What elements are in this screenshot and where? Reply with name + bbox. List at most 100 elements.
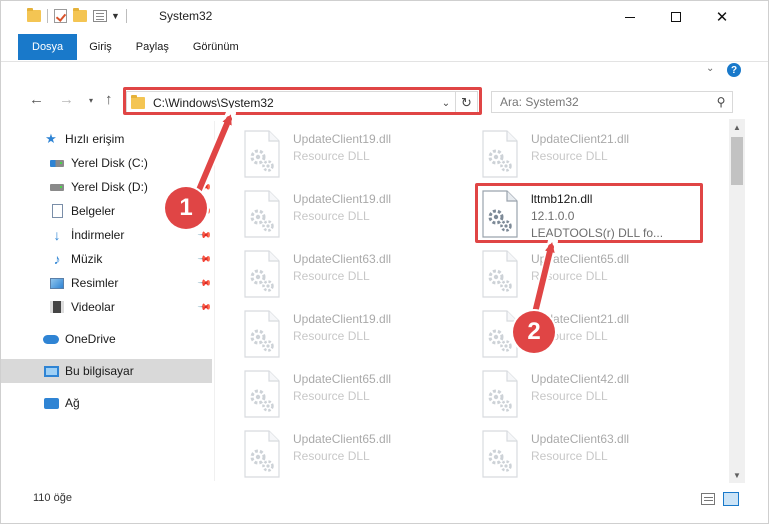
file-description: Resource DLL — [531, 449, 608, 463]
dll-file-icon — [239, 249, 285, 299]
tab-view[interactable]: Görünüm — [181, 34, 251, 60]
tab-home[interactable]: Giriş — [77, 34, 124, 60]
sidebar-item-label: OneDrive — [65, 332, 116, 346]
drive-icon — [49, 179, 65, 195]
pin-icon[interactable]: 📌 — [197, 275, 212, 291]
close-button[interactable]: ✕ — [699, 1, 745, 33]
tab-share[interactable]: Paylaş — [124, 34, 181, 60]
sidebar-item-pictures[interactable]: Resimler 📌 — [1, 271, 212, 295]
sidebar-item-label: Bu bilgisayar — [65, 364, 134, 378]
file-name: UpdateClient19.dll — [293, 192, 392, 206]
file-tile[interactable]: UpdateClient65.dll Resource DLL — [239, 425, 469, 481]
customize-toolbar-dropdown[interactable]: ▼ — [111, 11, 120, 21]
file-list: UpdateClient19.dll Resource DLL UpdateCli… — [215, 121, 729, 481]
file-name: UpdateClient19.dll — [293, 312, 392, 326]
scroll-down-icon[interactable]: ▼ — [729, 467, 745, 483]
forward-arrow-icon[interactable]: → — [59, 91, 74, 108]
file-tile[interactable]: UpdateClient63.dll Resource DLL — [239, 245, 469, 301]
sidebar-item-videos[interactable]: Videolar 📌 — [1, 295, 212, 319]
pin-icon[interactable]: 📌 — [197, 227, 212, 243]
properties-icon[interactable] — [93, 10, 107, 22]
sidebar-item-network[interactable]: Ağ — [1, 391, 212, 415]
dll-file-icon — [239, 429, 285, 479]
refresh-icon[interactable]: ↻ — [455, 92, 477, 114]
file-name: UpdateClient63.dll — [531, 432, 630, 446]
file-description: Resource DLL — [531, 149, 608, 163]
sidebar-item-local-disk-c[interactable]: Yerel Disk (C:) — [1, 151, 212, 175]
sidebar-item-onedrive[interactable]: OneDrive — [1, 327, 212, 351]
sidebar-item-music[interactable]: ♪ Müzik 📌 — [1, 247, 213, 271]
help-icon[interactable]: ? — [727, 63, 741, 77]
sidebar-item-label: Hızlı erişim — [65, 132, 125, 146]
file-description: Resource DLL — [293, 149, 370, 163]
file-tile[interactable]: UpdateClient65.dll Resource DLL — [239, 365, 469, 421]
maximize-button[interactable] — [653, 1, 699, 33]
file-description: Resource DLL — [293, 389, 370, 403]
tab-file[interactable]: Dosya — [18, 34, 78, 60]
cloud-icon — [43, 331, 59, 347]
file-tile[interactable]: UpdateClient42.dll Resource DLL — [477, 365, 707, 421]
file-description: Resource DLL — [531, 389, 608, 403]
file-tile[interactable]: UpdateClient65.dll Resource DLL — [477, 245, 707, 301]
minimize-icon — [625, 16, 635, 18]
scroll-up-icon[interactable]: ▲ — [729, 119, 745, 135]
details-view-icon[interactable] — [701, 493, 715, 505]
navigation-pane: ★ Hızlı erişim Yerel Disk (C:) Yerel Dis… — [1, 123, 212, 481]
sidebar-item-label: Yerel Disk (D:) — [71, 180, 148, 194]
back-arrow-icon[interactable]: ← — [29, 91, 44, 108]
new-folder-icon[interactable] — [73, 8, 87, 22]
dll-file-icon — [477, 249, 523, 299]
pin-icon[interactable]: 📌 — [197, 299, 212, 315]
file-name: UpdateClient65.dll — [293, 372, 392, 386]
file-name: UpdateClient19.dll — [293, 132, 392, 146]
sidebar-item-label: İndirmeler — [71, 228, 125, 242]
file-tile[interactable]: UpdateClient19.dll Resource DLL — [239, 185, 469, 241]
folder-icon — [27, 8, 41, 22]
music-icon: ♪ — [53, 251, 61, 267]
sidebar-item-label: Yerel Disk (C:) — [71, 156, 148, 170]
file-name: lttmb12n.dll — [531, 192, 593, 206]
scroll-thumb[interactable] — [731, 137, 743, 185]
file-tile[interactable]: UpdateClient19.dll Resource DLL — [239, 305, 469, 361]
file-description: Resource DLL — [293, 269, 370, 283]
dll-file-icon — [477, 129, 523, 179]
expand-ribbon-chevron-icon[interactable]: ⌄ — [706, 63, 714, 74]
large-icons-view-icon[interactable] — [723, 492, 739, 506]
explorer-window: ▼ System32 ✕ Dosya Giriş Paylaş Görünüm … — [0, 0, 769, 524]
pin-icon[interactable]: 📌 — [197, 251, 212, 267]
callout-step-2: 2 — [513, 311, 555, 353]
file-tile-lttmb12n[interactable]: lttmb12n.dll 12.1.0.0 LEADTOOLS(r) DLL fo.… — [477, 185, 707, 241]
file-description: Resource DLL — [293, 449, 370, 463]
file-name: UpdateClient65.dll — [531, 252, 630, 266]
vertical-scrollbar[interactable]: ▲ ▼ — [729, 119, 745, 483]
network-icon — [43, 395, 59, 411]
dll-file-icon — [239, 189, 285, 239]
file-tile[interactable]: UpdateClient21.dll Resource DLL — [477, 305, 707, 361]
address-dropdown-icon[interactable]: ⌄ — [437, 98, 455, 109]
file-name: UpdateClient63.dll — [293, 252, 392, 266]
file-name: UpdateClient21.dll — [531, 132, 630, 146]
search-icon[interactable]: ⚲ — [710, 95, 732, 109]
sidebar-item-label: Ağ — [65, 396, 80, 410]
sidebar-item-label: Belgeler — [71, 204, 116, 218]
file-name: UpdateClient65.dll — [293, 432, 392, 446]
address-path[interactable]: C:\Windows\System32 — [153, 96, 437, 110]
sidebar-item-this-pc[interactable]: Bu bilgisayar — [1, 359, 212, 383]
minimize-button[interactable] — [607, 1, 653, 33]
file-tile[interactable]: UpdateClient19.dll Resource DLL — [239, 125, 469, 181]
search-input[interactable] — [492, 92, 710, 112]
up-arrow-icon[interactable]: ↑ — [105, 91, 113, 108]
dll-file-icon — [239, 369, 285, 419]
title-bar: ▼ System32 ✕ — [1, 1, 768, 33]
drive-icon — [49, 155, 65, 171]
file-tile[interactable]: UpdateClient63.dll Resource DLL — [477, 425, 707, 481]
recent-locations-chevron-icon[interactable]: ▾ — [89, 96, 93, 105]
download-icon: ↓ — [53, 227, 61, 243]
toolbar-separator — [125, 9, 127, 23]
address-bar[interactable]: C:\Windows\System32 ⌄ ↻ — [126, 91, 478, 115]
search-box[interactable]: ⚲ — [491, 91, 733, 113]
sidebar-item-quick-access[interactable]: ★ Hızlı erişim — [1, 127, 212, 151]
pictures-icon — [49, 275, 65, 291]
file-tile[interactable]: UpdateClient21.dll Resource DLL — [477, 125, 707, 181]
properties-check-icon[interactable] — [54, 9, 67, 23]
